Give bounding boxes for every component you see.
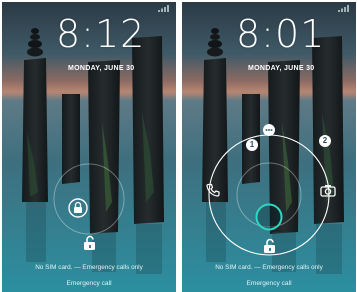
- clock-time: 8:12: [56, 12, 146, 56]
- phone-icon[interactable]: [206, 183, 220, 197]
- lock-handle-ring: [53, 163, 125, 235]
- shortcut-badge-1[interactable]: 1: [246, 139, 258, 151]
- unlock-icon[interactable]: [262, 238, 278, 254]
- date-label: MONDAY, JUNE 30: [248, 65, 315, 72]
- lockscreen-locked: 8:12 MONDAY, JUNE 30 No SIM card. — Emer…: [2, 2, 176, 292]
- lockscreen-unlocking: 8:01 MONDAY, JUNE 30 1 2 No SIM card. — …: [182, 2, 356, 292]
- no-sim-status: No SIM card. — Emergency calls only: [35, 264, 143, 271]
- clock-time: 8:01: [236, 12, 326, 56]
- no-sim-status: No SIM card. — Emergency calls only: [215, 264, 323, 271]
- emergency-call-button[interactable]: Emergency call: [2, 280, 176, 287]
- shortcut-badge-2[interactable]: 2: [319, 135, 331, 147]
- camera-icon[interactable]: [320, 184, 336, 197]
- unlock-target-icon[interactable]: [254, 202, 284, 232]
- date-label: MONDAY, JUNE 30: [68, 65, 135, 72]
- shortcut-badge-2-label: 2: [322, 136, 328, 145]
- shortcut-badge-1-label: 1: [249, 140, 255, 149]
- lock-icon[interactable]: [68, 198, 88, 218]
- signal-icon: [338, 5, 349, 12]
- more-icon[interactable]: [262, 123, 276, 137]
- unlock-icon[interactable]: [82, 235, 98, 251]
- emergency-call-button[interactable]: Emergency call: [182, 280, 356, 287]
- signal-icon: [158, 5, 169, 12]
